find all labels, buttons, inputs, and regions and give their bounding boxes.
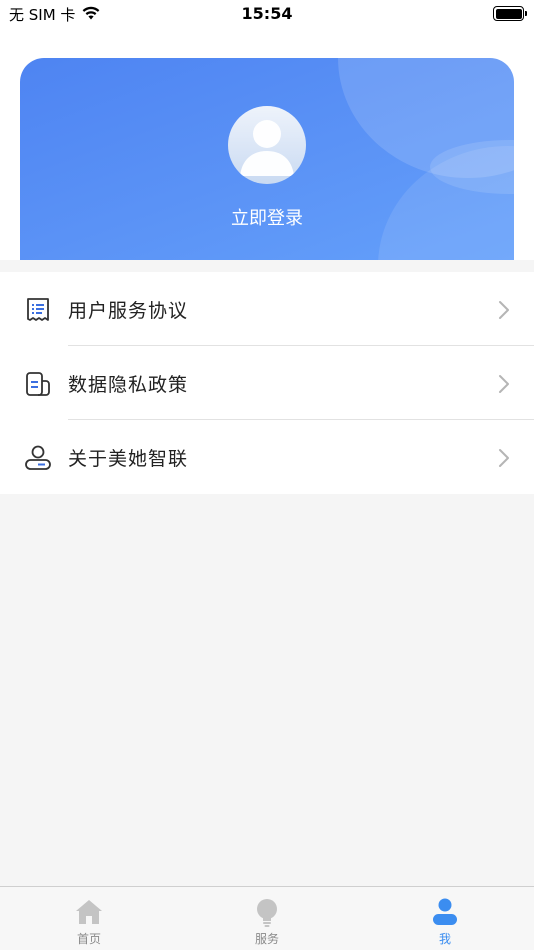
chevron-right-icon: [498, 374, 510, 394]
battery-icon: [493, 6, 527, 21]
screen: 无 SIM 卡 15:54 立即登录 用户服务协议 数据隐私政策 关于美她智联 …: [0, 0, 534, 950]
menu-item-about[interactable]: 关于美她智联: [0, 420, 534, 494]
document-icon: [24, 370, 52, 398]
user-icon: [24, 444, 52, 472]
tab-home[interactable]: 首页: [0, 887, 178, 950]
status-bar: 无 SIM 卡 15:54: [0, 0, 534, 28]
tab-me[interactable]: 我: [356, 887, 534, 950]
menu-item-privacy-policy[interactable]: 数据隐私政策: [0, 346, 534, 420]
status-time: 15:54: [241, 4, 293, 23]
menu-item-label: 关于美她智联: [68, 448, 189, 470]
person-icon: [430, 897, 460, 927]
tab-label: 首页: [76, 932, 101, 946]
tab-label: 服务: [254, 932, 279, 946]
chevron-right-icon: [498, 448, 510, 468]
tab-label: 我: [438, 932, 451, 946]
menu-list: 用户服务协议 数据隐私政策 关于美她智联: [0, 272, 534, 494]
home-icon: [74, 897, 104, 927]
menu-item-label: 数据隐私政策: [68, 374, 189, 396]
menu-item-label: 用户服务协议: [68, 300, 189, 322]
default-avatar-icon: [240, 120, 294, 176]
receipt-icon: [24, 296, 52, 324]
tab-service[interactable]: 服务: [178, 887, 356, 950]
login-button[interactable]: 立即登录: [20, 204, 514, 230]
profile-card[interactable]: 立即登录: [20, 58, 514, 260]
lightbulb-icon: [252, 897, 282, 927]
avatar[interactable]: [228, 106, 306, 184]
chevron-right-icon: [498, 300, 510, 320]
menu-item-user-agreement[interactable]: 用户服务协议: [0, 272, 534, 346]
tab-bar: 首页 服务 我: [0, 886, 534, 950]
